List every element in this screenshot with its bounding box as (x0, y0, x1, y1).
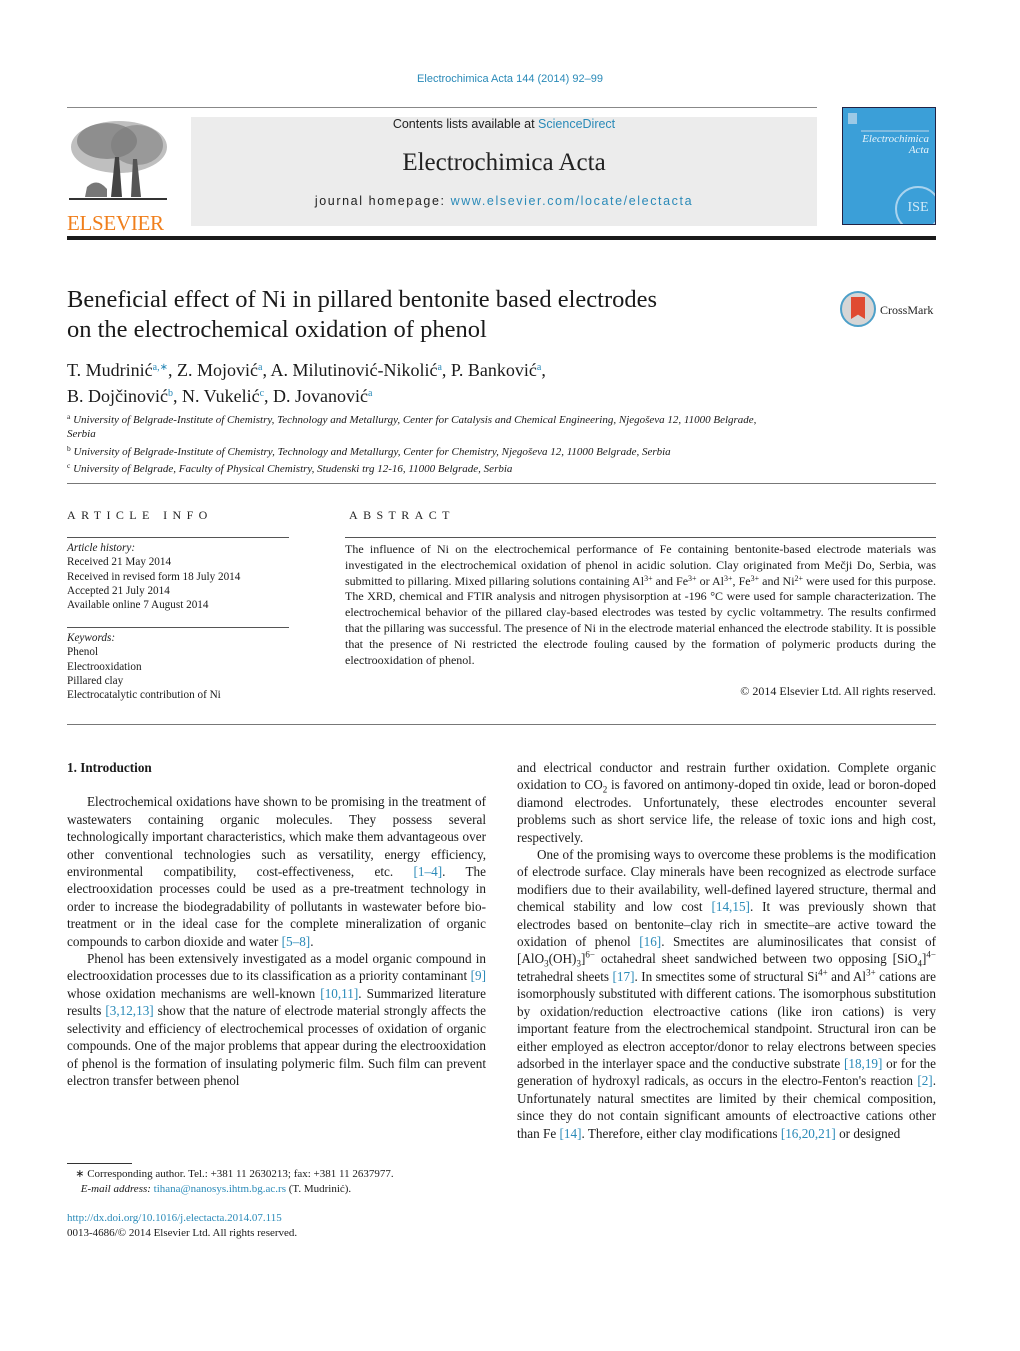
elsevier-wordmark: ELSEVIER (67, 211, 164, 235)
paragraph: and electrical conductor and restrain fu… (517, 760, 936, 845)
divider (345, 537, 936, 538)
affiliation-item: c University of Belgrade, Faculty of Phy… (67, 460, 513, 475)
abstract-copyright: © 2014 Elsevier Ltd. All rights reserved… (740, 684, 936, 698)
footnote-rule (67, 1163, 132, 1164)
email-link[interactable]: tihana@nanosys.ihtm.bg.ac.rs (154, 1183, 286, 1195)
author[interactable]: P. Bankovića (451, 360, 541, 380)
history-item: Accepted 21 July 2014 (67, 584, 170, 597)
history-item: Received in revised form 18 July 2014 (67, 570, 241, 583)
author[interactable]: B. Dojčinovićb (67, 386, 173, 406)
header-thick-rule (67, 236, 936, 240)
author[interactable]: T. Mudrinića,∗ (67, 360, 168, 380)
body-column-left: 1. Introduction Electrochemical oxidatio… (67, 759, 486, 1089)
citation-link[interactable]: [10,11] (320, 986, 358, 1001)
cover-title: Electrochimica Acta (862, 133, 929, 156)
affiliation-item: b University of Belgrade-Institute of Ch… (67, 443, 671, 458)
paragraph: Phenol has been extensively investigated… (67, 951, 487, 1088)
cover-subtitle-strip (861, 130, 929, 132)
citation-link[interactable]: [18,19] (844, 1056, 882, 1071)
article-title: Beneficial effect of Ni in pillared bent… (67, 286, 658, 343)
citation-link[interactable]: [9] (471, 968, 486, 983)
contents-line: Contents lists available at ScienceDirec… (191, 117, 817, 131)
history-item: Available online 7 August 2014 (67, 599, 209, 612)
author[interactable]: N. Vukelićc (182, 386, 264, 406)
citation-link[interactable]: [16,20,21] (781, 1126, 836, 1141)
abstract-text: The influence of Ni on the electrochemic… (345, 542, 936, 667)
homepage-link[interactable]: www.elsevier.com/locate/electacta (451, 194, 693, 208)
affiliation-mark[interactable]: a,∗ (153, 362, 168, 373)
author[interactable]: D. Jovanovića (273, 386, 372, 406)
citation-link[interactable]: [2] (917, 1073, 932, 1088)
citation-link[interactable]: [3,12,13] (105, 1003, 153, 1018)
contents-prefix: Contents lists available at (392, 117, 539, 131)
journal-homepage: journal homepage: www.elsevier.com/locat… (191, 194, 817, 208)
ise-emblem-icon: ISE (895, 186, 935, 224)
history-item: Received 21 May 2014 (67, 556, 172, 569)
article-history: Article history: Received 21 May 2014 Re… (67, 541, 297, 612)
crossmark-label: CrossMark (880, 303, 934, 317)
divider (67, 724, 936, 725)
citation-link[interactable]: [5–8] (282, 934, 311, 949)
affiliation-mark[interactable]: a (368, 388, 372, 399)
keyword-item: Phenol (67, 646, 99, 659)
section-heading-introduction: 1. Introduction (67, 760, 152, 775)
affiliation-item: a University of Belgrade-Institute of Ch… (67, 412, 757, 441)
doi-link[interactable]: http://dx.doi.org/10.1016/j.electacta.20… (67, 1211, 507, 1226)
crossmark-button[interactable]: CrossMark (840, 291, 940, 329)
doi-block: http://dx.doi.org/10.1016/j.electacta.20… (67, 1211, 507, 1240)
homepage-prefix: journal homepage: (314, 194, 451, 208)
running-head-citation[interactable]: Electrochimica Acta 144 (2014) 92–99 (0, 73, 1020, 85)
keywords: Keywords: Phenol Electrooxidation Pillar… (67, 631, 297, 702)
keywords-label: Keywords: (67, 632, 116, 644)
divider (67, 537, 289, 538)
journal-cover-thumbnail[interactable]: Electrochimica Acta ISE (842, 107, 936, 225)
elsevier-logo[interactable]: ELSEVIER (67, 117, 169, 234)
citation-link[interactable]: [17] (613, 969, 635, 984)
email-label: E-mail address: (80, 1182, 154, 1195)
abstract-heading: ABSTRACT (349, 508, 455, 522)
author-list: T. Mudrinića,∗, Z. Mojovića, A. Milutino… (67, 360, 546, 406)
keyword-item: Electrocatalytic contribution of Ni (67, 689, 221, 702)
section-rule (67, 483, 936, 484)
cover-publisher-mark (848, 113, 857, 124)
keyword-item: Electrooxidation (67, 660, 142, 673)
author[interactable]: A. Milutinović-Nikolića (270, 360, 441, 380)
corresponding-author-footnote: ∗ Corresponding author. Tel.: +381 11 26… (75, 1168, 394, 1195)
paragraph: Electrochemical oxidations have shown to… (67, 794, 487, 949)
author[interactable]: Z. Mojovića (177, 360, 262, 380)
issn-copyright: 0013-4686/© 2014 Elsevier Ltd. All right… (67, 1226, 298, 1239)
journal-masthead: Contents lists available at ScienceDirec… (191, 117, 817, 226)
citation-link[interactable]: [14] (560, 1126, 582, 1141)
paragraph: One of the promising ways to overcome th… (517, 847, 937, 1141)
history-label: Article history: (67, 542, 136, 554)
sciencedirect-link[interactable]: ScienceDirect (538, 117, 615, 131)
citation-link[interactable]: [14,15] (711, 899, 749, 914)
citation-link[interactable]: [16] (639, 934, 661, 949)
divider (67, 627, 289, 628)
elsevier-tree-icon (69, 121, 167, 200)
affiliations: a University of Belgrade-Institute of Ch… (67, 410, 767, 476)
top-rule (67, 107, 817, 108)
citation-link[interactable]: [1–4] (414, 864, 443, 879)
body-column-right: and electrical conductor and restrain fu… (517, 759, 936, 1142)
journal-title: Electrochimica Acta (402, 149, 606, 176)
article-info-heading: ARTICLE INFO (67, 508, 213, 522)
keyword-item: Pillared clay (67, 674, 124, 687)
